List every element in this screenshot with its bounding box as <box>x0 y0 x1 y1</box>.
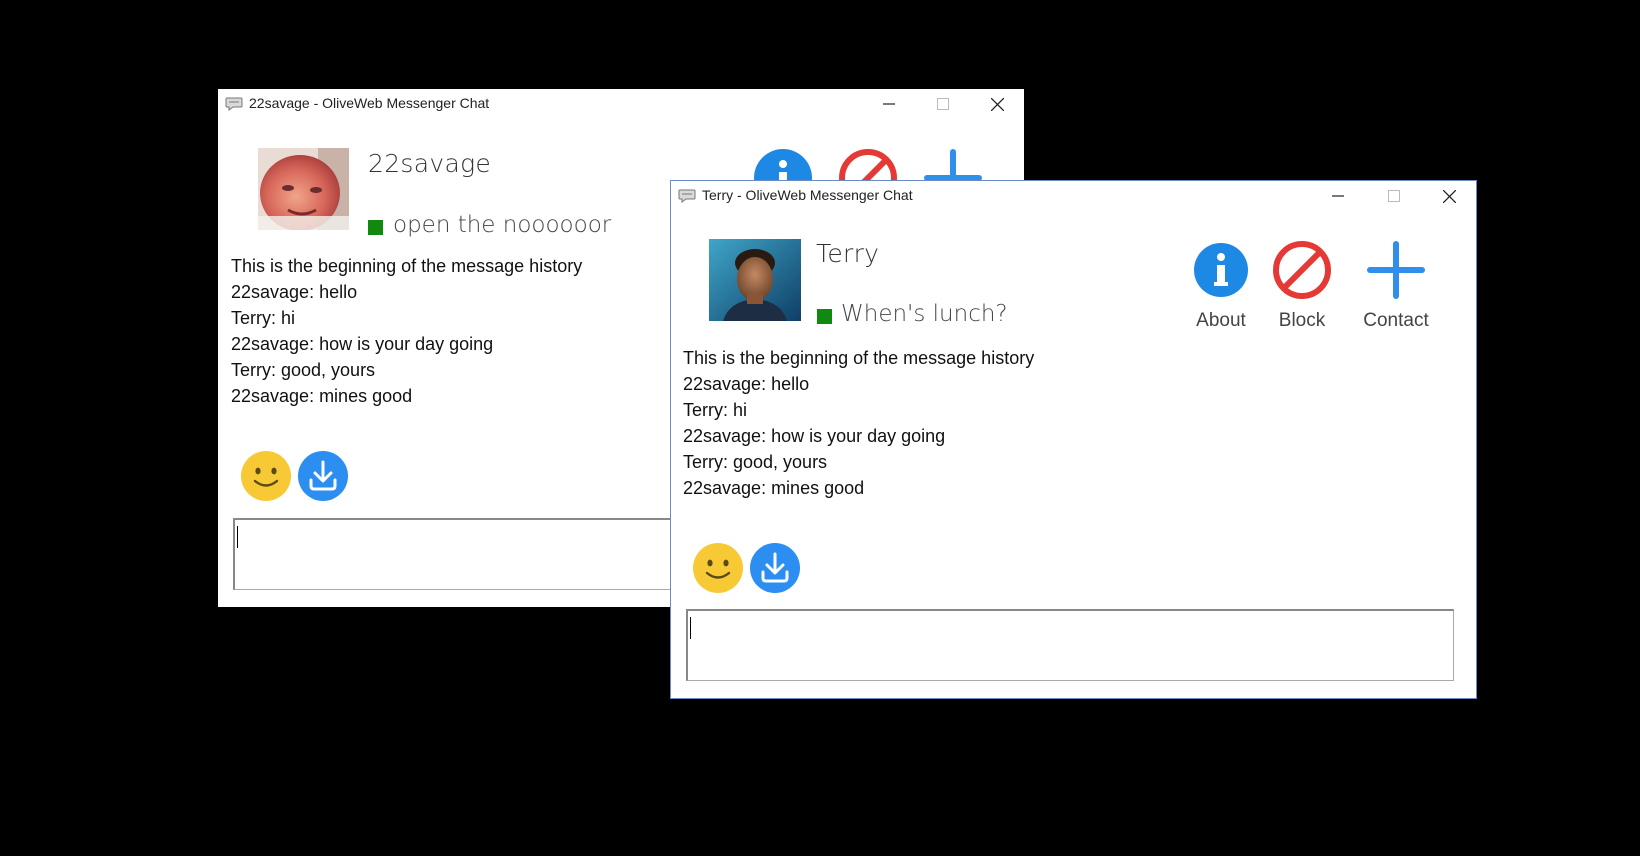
about-button[interactable]: About <box>1186 239 1256 332</box>
maximize-button[interactable] <box>1371 181 1417 211</box>
text-caret <box>237 526 238 548</box>
history-line: 22savage: how is your day going <box>683 426 946 446</box>
maximize-button[interactable] <box>920 89 966 119</box>
window-title: 22savage - OliveWeb Messenger Chat <box>249 95 490 111</box>
minimize-icon <box>1332 195 1344 197</box>
maximize-icon <box>1388 190 1400 202</box>
history-line: 22savage: hello <box>683 374 810 394</box>
minimize-icon <box>883 103 895 105</box>
status-indicator <box>817 309 832 324</box>
block-icon <box>1273 241 1331 299</box>
block-label: Block <box>1278 310 1326 331</box>
info-icon <box>1194 243 1248 297</box>
close-button[interactable] <box>974 89 1020 119</box>
smiley-icon <box>693 543 743 593</box>
text-caret <box>690 617 691 639</box>
maximize-icon <box>937 98 949 110</box>
contact-button[interactable]: Contact <box>1356 239 1436 332</box>
history-line: Terry: good, yours <box>683 452 828 472</box>
history-line: 22savage: mines good <box>231 386 413 406</box>
history-line: Terry: good, yours <box>231 360 376 380</box>
message-history: This is the beginning of the message his… <box>231 253 582 409</box>
status-indicator <box>368 220 383 235</box>
chat-bubble-icon <box>225 97 243 111</box>
contact-name: 22savage <box>368 149 492 178</box>
window-title: Terry - OliveWeb Messenger Chat <box>702 187 913 203</box>
history-line: This is the beginning of the message his… <box>231 256 583 276</box>
close-icon <box>990 97 1004 111</box>
download-button[interactable] <box>297 450 349 502</box>
smiley-icon <box>241 451 291 501</box>
status-message: When's lunch? <box>841 301 1008 327</box>
emoji-button[interactable] <box>692 542 744 594</box>
contact-avatar <box>709 239 801 321</box>
history-line: 22savage: hello <box>231 282 358 302</box>
minimize-button[interactable] <box>866 89 912 119</box>
plus-icon <box>1367 241 1425 299</box>
close-icon <box>1442 189 1456 203</box>
download-icon <box>750 543 800 593</box>
history-line: 22savage: how is your day going <box>231 334 494 354</box>
title-bar[interactable]: 22savage - OliveWeb Messenger Chat <box>218 89 1024 119</box>
contact-label: Contact <box>1363 310 1429 331</box>
minimize-button[interactable] <box>1315 181 1361 211</box>
title-bar[interactable]: Terry - OliveWeb Messenger Chat <box>671 181 1476 211</box>
download-icon <box>298 451 348 501</box>
history-line: This is the beginning of the message his… <box>683 348 1035 368</box>
block-button[interactable]: Block <box>1267 239 1337 332</box>
contact-name: Terry <box>816 239 880 268</box>
download-button[interactable] <box>749 542 801 594</box>
chat-window-terry: Terry - OliveWeb Messenger Chat Terry Wh… <box>670 180 1477 699</box>
close-button[interactable] <box>1426 181 1472 211</box>
message-history: This is the beginning of the message his… <box>683 345 1034 501</box>
message-input[interactable] <box>686 609 1454 681</box>
chat-bubble-icon <box>678 189 696 203</box>
history-line: 22savage: mines good <box>683 478 865 498</box>
contact-avatar <box>258 148 349 230</box>
history-line: Terry: hi <box>683 400 748 420</box>
about-label: About <box>1196 310 1246 331</box>
status-message: open the noooooor <box>393 212 612 238</box>
emoji-button[interactable] <box>240 450 292 502</box>
history-line: Terry: hi <box>231 308 296 328</box>
